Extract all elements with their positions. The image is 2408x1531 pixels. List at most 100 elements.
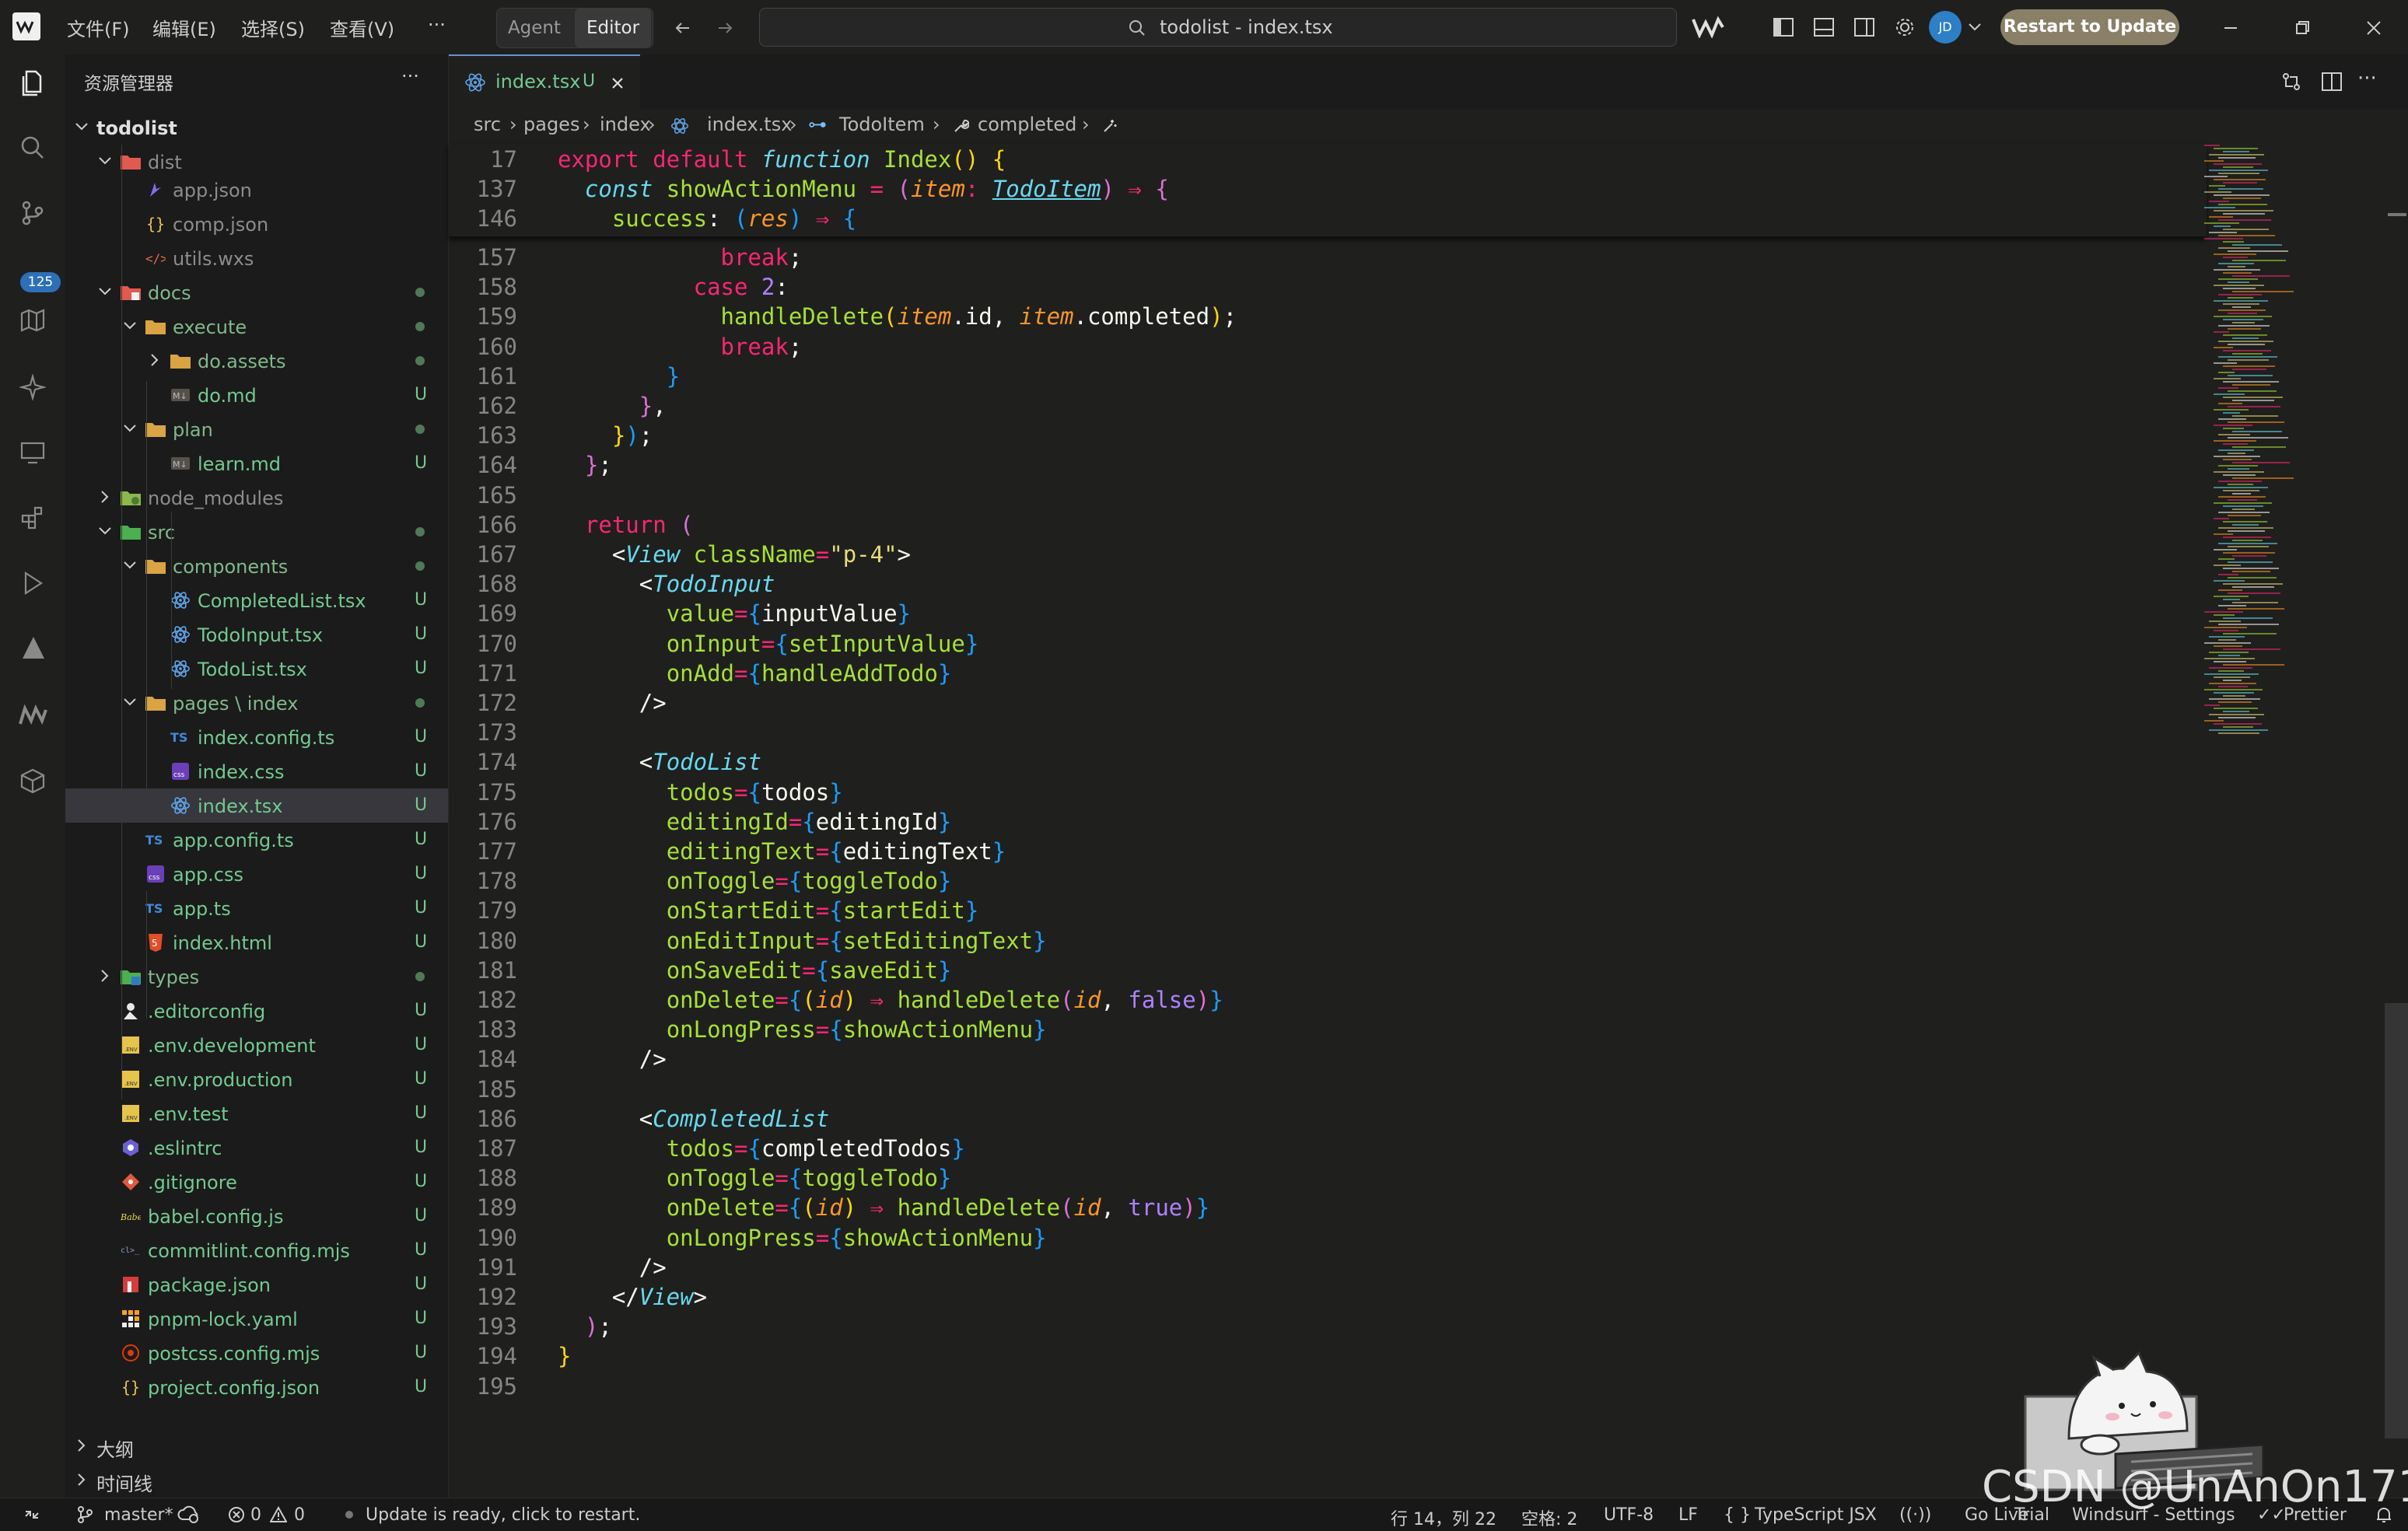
explorer-icon[interactable] (14, 64, 51, 101)
back-arrow-icon[interactable] (669, 14, 697, 42)
tree-item[interactable]: CompletedList.tsx U (65, 583, 448, 617)
tree-item[interactable]: .ENV .env.development U (65, 1028, 448, 1062)
tree-item[interactable]: .gitignore U (65, 1165, 448, 1199)
tree-item[interactable]: {} project.config.json U (65, 1370, 448, 1404)
sidebar-more-button[interactable]: ··· (401, 65, 419, 87)
sticky-code-line[interactable]: const showActionMenu = (item: TodoItem) … (558, 176, 1169, 202)
tab-index-tsx[interactable]: index.tsx U (449, 54, 640, 110)
code-line[interactable]: /> (558, 1254, 667, 1281)
tree-item[interactable]: Babel babel.config.js U (65, 1199, 448, 1233)
menu-edit[interactable]: 编辑(E) (152, 14, 216, 41)
chevron-down-icon[interactable] (1965, 17, 1985, 37)
remote-connection-icon[interactable] (22, 1505, 42, 1525)
breadcrumb-todoitem[interactable]: TodoItem (839, 114, 925, 135)
code-line[interactable]: ); (558, 1313, 612, 1340)
tree-item[interactable]: plan (65, 412, 448, 446)
sync-cloud-icon[interactable] (176, 1505, 201, 1525)
code-line[interactable]: <TodoList (558, 749, 761, 775)
warning-icon[interactable] (269, 1505, 288, 1524)
code-line[interactable]: onToggle={toggleTodo} (558, 1165, 952, 1191)
remote-explorer-icon[interactable] (14, 434, 51, 471)
tree-item[interactable]: execute (65, 309, 448, 344)
tree-item[interactable]: M↓ learn.md U (65, 446, 448, 481)
code-line[interactable]: }; (558, 452, 612, 478)
tree-item[interactable]: app.json (65, 173, 448, 207)
language-mode[interactable]: TypeScript JSX (1755, 1505, 1877, 1525)
tree-item[interactable]: TodoList.tsx U (65, 652, 448, 686)
code-line[interactable]: onLongPress={showActionMenu} (558, 1225, 1047, 1251)
error-count[interactable]: 0 (250, 1505, 261, 1525)
code-line[interactable]: value={inputValue} (558, 600, 911, 627)
code-line[interactable]: break; (558, 334, 803, 360)
code-line[interactable]: break; (558, 244, 803, 271)
code-line[interactable]: onDelete={(id) ⇒ handleDelete(id, false)… (558, 987, 1223, 1013)
code-line[interactable]: }); (558, 422, 653, 449)
toggle-secondary-sidebar-icon[interactable] (1851, 14, 1878, 40)
code-line[interactable]: onInput={setInputValue} (558, 631, 979, 657)
code-line[interactable]: editingText={editingText} (558, 838, 1006, 865)
code-line[interactable]: } (558, 1343, 571, 1369)
breadcrumb-src[interactable]: src (474, 114, 501, 135)
code-line[interactable]: <View className="p-4"> (558, 541, 911, 568)
tree-item[interactable]: css index.css U (65, 754, 448, 788)
minimap[interactable] (2201, 143, 2341, 765)
window-minimize-icon[interactable] (2217, 14, 2245, 42)
code-line[interactable]: /> (558, 690, 667, 716)
vertical-scrollbar[interactable] (2385, 1003, 2408, 1438)
code-line[interactable]: }, (558, 393, 667, 419)
menu-file[interactable]: 文件(F) (67, 14, 130, 41)
git-branch-label[interactable]: master* (104, 1505, 173, 1525)
tree-item[interactable]: .editorconfig U (65, 994, 448, 1028)
git-branch-icon[interactable] (75, 1505, 95, 1525)
account-avatar[interactable]: JD (1929, 11, 1962, 44)
error-icon[interactable] (227, 1505, 246, 1524)
code-line[interactable]: return ( (558, 512, 694, 538)
run-debug-icon[interactable] (14, 565, 51, 602)
code-line[interactable]: onLongPress={showActionMenu} (558, 1016, 1047, 1043)
menu-view[interactable]: 查看(V) (330, 14, 394, 41)
sticky-code-line[interactable]: success: (res) ⇒ { (558, 205, 856, 232)
breadcrumb-index[interactable]: index (600, 114, 651, 135)
tree-item[interactable]: postcss.config.mjs U (65, 1336, 448, 1370)
code-line[interactable]: onEditInput={setEditingText} (558, 928, 1047, 954)
window-close-icon[interactable] (2360, 14, 2388, 42)
code-line[interactable]: onToggle={toggleTodo} (558, 868, 952, 894)
code-line[interactable]: </View> (558, 1284, 707, 1310)
tree-item[interactable]: M↓ do.md U (65, 378, 448, 412)
outline-section[interactable]: 大纲 (65, 1429, 448, 1462)
windsurf-logo-icon[interactable] (12, 12, 40, 40)
cursor-position[interactable]: 行 14，列 22 (1391, 1505, 1496, 1530)
code-editor[interactable]: 157 break; 158 case 2: 159 handleDelete(it… (449, 143, 2207, 1498)
deploy-sail-icon[interactable] (14, 630, 51, 667)
menu-selection[interactable]: 选择(S) (241, 14, 305, 41)
tree-item[interactable]: package.json U (65, 1267, 448, 1302)
mode-tab-editor[interactable]: Editor (575, 9, 651, 47)
package-box-icon[interactable] (14, 762, 51, 799)
code-line[interactable]: handleDelete(item.id, item.completed); (558, 303, 1237, 330)
indentation-spaces[interactable]: 空格: 2 (1521, 1505, 1577, 1530)
code-line[interactable]: onSaveEdit={saveEdit} (558, 957, 952, 984)
tree-item[interactable]: css app.css U (65, 857, 448, 891)
tree-item[interactable]: .eslintrc U (65, 1131, 448, 1165)
close-icon[interactable] (607, 73, 628, 93)
settings-gear-icon[interactable] (1892, 14, 1918, 40)
command-center-search[interactable]: todolist - index.tsx (759, 8, 1677, 47)
window-restore-icon[interactable] (2288, 14, 2316, 42)
code-line[interactable]: /> (558, 1046, 667, 1072)
code-line[interactable]: <CompletedList (558, 1106, 829, 1132)
code-line[interactable]: } (558, 363, 680, 390)
toggle-panel-icon[interactable] (1811, 14, 1837, 40)
source-control-icon[interactable] (14, 194, 51, 232)
tree-item[interactable]: pages \ index (65, 686, 448, 720)
tree-item[interactable]: .ENV .env.test U (65, 1096, 448, 1131)
breadcrumb-completed[interactable]: completed (978, 114, 1076, 135)
tree-item[interactable]: </> utils.wxs (65, 241, 448, 275)
tree-item[interactable]: .ENV .env.production U (65, 1062, 448, 1096)
search-icon[interactable] (14, 129, 51, 166)
menu-more[interactable]: ··· (428, 14, 446, 36)
code-line[interactable]: onDelete={(id) ⇒ handleDelete(id, true)} (558, 1194, 1210, 1221)
tree-item[interactable]: TS app.ts U (65, 891, 448, 925)
tree-item[interactable]: {} comp.json (65, 207, 448, 241)
tree-item[interactable]: src (65, 515, 448, 549)
tree-item[interactable]: index.tsx U (65, 788, 448, 823)
